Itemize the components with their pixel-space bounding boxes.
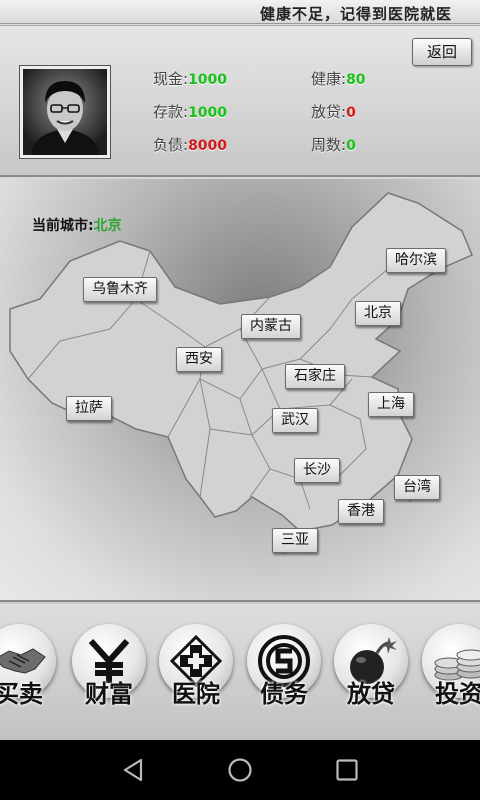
current-city-value: 北京 <box>93 218 122 234</box>
debt-label: 负债: <box>153 136 189 154</box>
debt-value: 8000 <box>188 138 228 154</box>
debt-button[interactable]: 债务 <box>243 622 325 712</box>
china-map-icon <box>9 192 473 554</box>
lend-label: 放贷 <box>347 680 395 708</box>
debt-label: 债务 <box>260 680 308 708</box>
city-taiwan-button[interactable]: 台湾 <box>394 475 440 500</box>
loan-value: 0 <box>346 105 356 121</box>
trade-button[interactable]: 买卖 <box>0 622 60 712</box>
city-urumqi-button[interactable]: 乌鲁木齐 <box>83 277 157 302</box>
city-xian-button[interactable]: 西安 <box>176 347 222 372</box>
loan-label: 放贷: <box>311 103 347 121</box>
invest-label: 投资 <box>435 680 480 708</box>
weeks-value: 0 <box>346 138 356 154</box>
player-portrait-icon <box>23 69 107 155</box>
android-nav-bar <box>0 740 480 800</box>
health-value: 80 <box>346 72 366 88</box>
hospital-label: 医院 <box>172 680 220 708</box>
hospital-button[interactable]: 医院 <box>155 622 237 712</box>
wealth-label: 财富 <box>85 680 133 708</box>
debt-stat: 负债:8000 <box>153 134 227 155</box>
current-city: 当前城市:北京 <box>32 215 122 235</box>
health-stat: 健康:80 <box>311 68 366 89</box>
city-harbin-button[interactable]: 哈尔滨 <box>386 248 446 273</box>
city-shanghai-button[interactable]: 上海 <box>368 392 414 417</box>
city-beijing-button[interactable]: 北京 <box>355 301 401 326</box>
back-triangle-icon[interactable] <box>119 756 147 784</box>
city-inner-mongolia-button[interactable]: 内蒙古 <box>241 314 301 339</box>
cash-value: 1000 <box>188 72 228 88</box>
city-lhasa-button[interactable]: 拉萨 <box>66 396 112 421</box>
lend-button[interactable]: 放贷 <box>330 622 412 712</box>
city-hongkong-button[interactable]: 香港 <box>338 499 384 524</box>
trade-label: 买卖 <box>0 680 43 708</box>
home-circle-icon[interactable] <box>226 756 254 784</box>
wealth-button[interactable]: 财富 <box>68 622 150 712</box>
back-button[interactable]: 返回 <box>412 38 472 66</box>
invest-button[interactable]: 投资 <box>418 622 480 712</box>
weeks-stat: 周数:0 <box>311 134 356 155</box>
deposit-label: 存款: <box>153 103 189 121</box>
action-bar: 买卖 财富 医院 债务 放贷 投资 <box>0 604 480 740</box>
city-changsha-button[interactable]: 长沙 <box>294 458 340 483</box>
health-label: 健康: <box>311 70 347 88</box>
cash-stat: 现金:1000 <box>153 68 227 89</box>
player-avatar <box>19 65 111 159</box>
deposit-stat: 存款:1000 <box>153 101 227 122</box>
city-shijiazhuang-button[interactable]: 石家庄 <box>285 364 345 389</box>
loan-stat: 放贷:0 <box>311 101 356 122</box>
status-message: 健康不足，记得到医院就医 <box>259 5 452 23</box>
status-bar: 健康不足，记得到医院就医 <box>0 0 480 24</box>
game-screen: 健康不足，记得到医院就医 返回 现金:1000 健康:80 存款:1000 放贷… <box>0 0 480 740</box>
player-info-panel: 返回 现金:1000 健康:80 存款:1000 放贷:0 负债:8000 周数… <box>0 25 480 177</box>
cash-label: 现金: <box>153 70 189 88</box>
city-sanya-button[interactable]: 三亚 <box>272 528 318 553</box>
deposit-value: 1000 <box>188 105 228 121</box>
current-city-label: 当前城市: <box>32 218 94 234</box>
weeks-label: 周数: <box>311 136 347 154</box>
recents-square-icon[interactable] <box>333 756 361 784</box>
city-wuhan-button[interactable]: 武汉 <box>272 408 318 433</box>
map-panel: 当前城市:北京 哈尔滨 乌鲁木齐 北京 内蒙古 西安 石家庄 上海 拉萨 武汉 … <box>0 179 480 602</box>
